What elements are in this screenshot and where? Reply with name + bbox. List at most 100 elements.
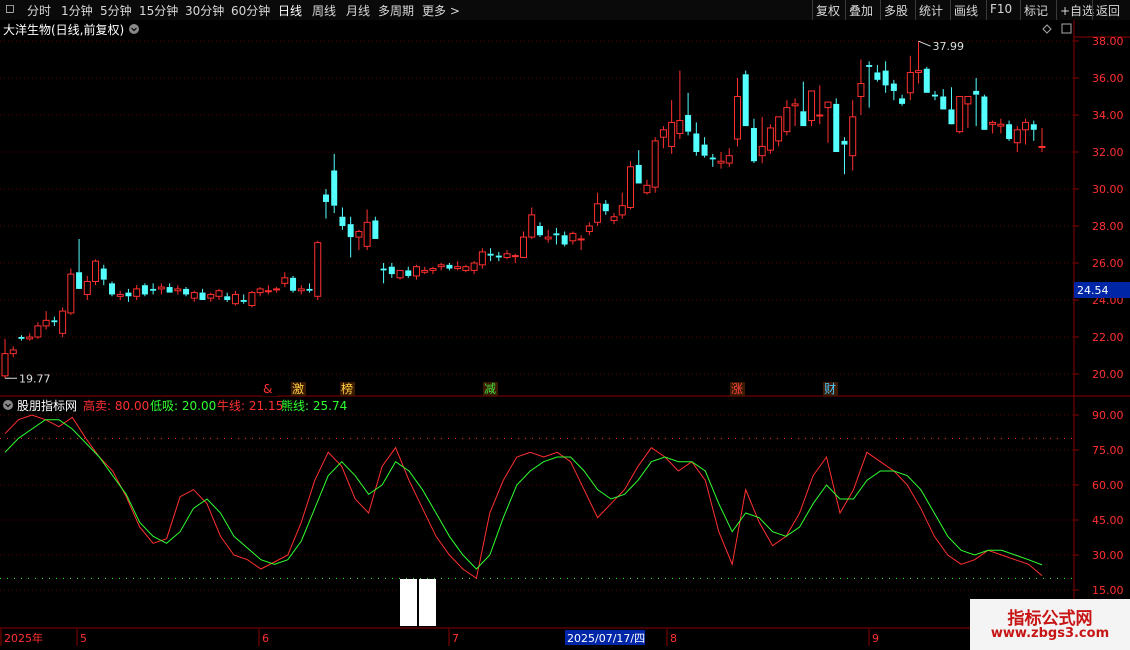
event-marker-label[interactable]: 激 [292,382,304,396]
candle-body-down [693,133,700,152]
candle-body-up [59,310,67,334]
candle-body-down [339,216,346,226]
candle-body-down [866,65,873,67]
candle-body-down [290,277,297,291]
price-tick-label: 32.00 [1092,146,1124,159]
candle [626,161,634,210]
candle-body-up [207,293,215,299]
osc-tick-label: 90.00 [1092,409,1124,422]
candle-body-up [676,120,684,135]
candle-body-up [651,140,659,188]
candle-body-up [643,184,651,194]
candle-body-up [190,292,198,299]
candle [651,137,659,193]
candle-body-down [141,285,148,295]
candle-body-up [816,114,824,117]
candle-body-up [314,242,322,297]
candle-body-up [421,269,429,273]
date-label: 5 [80,632,87,645]
candle-body-down [125,292,132,297]
candle-body-up [1,353,9,377]
candle-body-down [166,287,173,293]
candle-body-down [495,255,502,258]
candle [314,240,322,300]
candle-body-down [1030,124,1037,130]
candle-body-up [83,281,91,295]
candle-body-up [67,273,75,314]
price-tick-label: 20.00 [1092,368,1124,381]
candle-body-down [800,111,807,127]
candle-body-up [808,90,816,122]
candle-body-up [281,277,289,284]
candle-body-down [76,272,83,289]
candle-body-down [240,300,247,302]
candle-body-up [717,160,725,164]
candle-body-up [116,293,124,297]
event-marker-label[interactable]: & [263,382,272,396]
candle-body-up [1013,129,1021,144]
candle-body-up [610,216,618,221]
event-marker-label[interactable]: 财 [824,382,836,396]
candle-body-up [989,121,997,125]
candle-body-up [824,101,832,109]
candle-body-down [561,235,568,245]
candle-body-down [635,164,642,184]
candle-body-down [405,270,412,276]
candle-body-down [100,268,107,280]
candle-body-down [899,98,906,104]
candle-body-down [18,337,25,339]
date-label: 6 [262,632,269,645]
event-marker-label[interactable]: 减 [484,382,496,396]
candle-body-down [331,170,338,206]
candle-body-up [544,236,552,240]
candle [248,290,256,308]
candle-body-up [42,319,50,327]
candle-body-up [906,71,914,94]
candle-body-up [956,96,964,133]
candle-body-down [322,194,329,202]
candle [742,70,749,127]
candle-body-up [758,145,766,157]
candle-body-up [857,83,865,98]
candle-body-up [355,231,363,238]
candle-body-down [874,72,881,80]
candle-body-down [150,288,157,291]
title-dropdown-icon[interactable] [129,24,139,34]
osc-tick-label: 45.00 [1092,514,1124,527]
candle-body-up [396,269,404,279]
candle-body-up [528,214,536,238]
candle [141,283,148,297]
candle-body-down [553,233,560,236]
candle-body-down [224,296,231,300]
candle-body-up [503,253,511,258]
price-tick-label: 28.00 [1092,220,1124,233]
candle-body-up [26,336,34,340]
candle-body-up [585,225,593,233]
candle-body-down [833,103,840,152]
candle-body-down [940,96,947,110]
candle-body-up [659,129,667,138]
candle [981,94,988,130]
candle-body-up [248,292,256,307]
date-label: 8 [670,632,677,645]
candle-body-down [841,140,848,145]
candle-body-down [487,253,494,256]
candle [923,66,930,93]
candle-body-down [890,83,897,91]
indicator-value-2: 牛线: 21.15 [217,398,283,413]
indicator-value-0: 高卖: 80.00 [83,398,149,413]
date-label: 2025年 [4,631,43,645]
candle-body-up [783,107,791,133]
event-marker-label[interactable]: 榜 [341,381,353,396]
indicator-name: 股朋指标网 [17,398,77,413]
event-marker-label[interactable]: 涨 [731,381,743,396]
osc-tick-label: 15.00 [1092,584,1124,597]
buy-signal-bar [400,579,417,626]
price-tick-label: 26.00 [1092,257,1124,270]
candle-body-down [306,288,313,291]
candle-body-up [454,266,462,270]
candle-body-up [363,221,371,247]
low-price-label: 19.77 [19,372,51,385]
candle-body-up [733,96,741,140]
indicator-dropdown-icon[interactable] [3,400,13,410]
